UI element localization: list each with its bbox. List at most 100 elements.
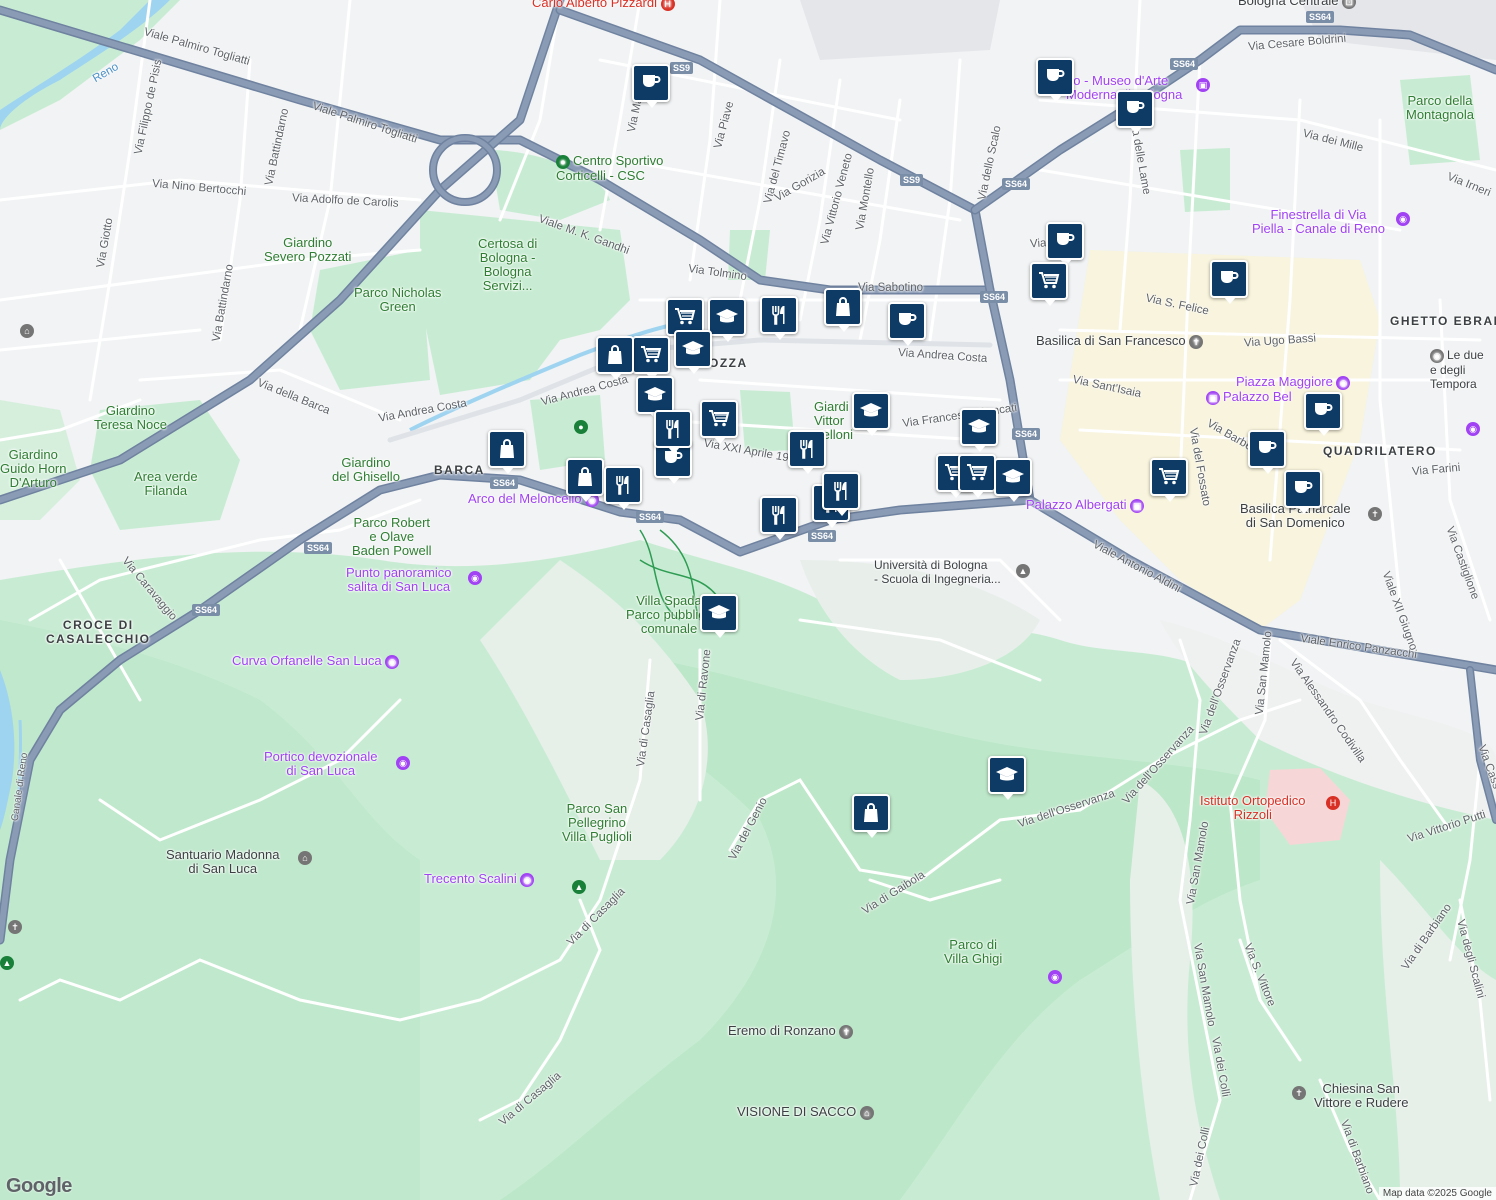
grocery-marker[interactable] bbox=[1150, 458, 1188, 502]
cup-icon bbox=[1118, 99, 1152, 115]
place-label-giardino-teresa[interactable]: Giardino Teresa Noce bbox=[94, 404, 167, 432]
camera-icon: ◉ bbox=[520, 872, 535, 887]
poi-bologna-centrale[interactable]: Bologna Centrale ⊡ bbox=[1238, 0, 1359, 9]
road-label: Via Sabotino bbox=[858, 282, 924, 294]
cart-icon bbox=[668, 307, 702, 325]
school-marker[interactable] bbox=[674, 330, 712, 374]
cafe-marker[interactable] bbox=[888, 302, 926, 346]
museum-icon: ⌂ bbox=[20, 324, 34, 338]
cart-icon bbox=[1032, 271, 1066, 289]
fork-knife-icon bbox=[762, 305, 796, 325]
school-marker[interactable] bbox=[700, 594, 738, 638]
cafe-marker[interactable] bbox=[1036, 58, 1074, 102]
cafe-marker[interactable] bbox=[632, 64, 670, 108]
place-label-giardino-ghisello[interactable]: Giardino del Ghisello bbox=[332, 456, 400, 484]
place-label-parco-san-pellegrino[interactable]: Parco San Pellegrino Villa Puglioli bbox=[562, 802, 632, 844]
route-shield: SS64 bbox=[1002, 178, 1031, 190]
museum-icon: ▣ bbox=[1206, 390, 1220, 405]
shopping-marker[interactable] bbox=[488, 430, 526, 474]
cup-icon bbox=[1048, 231, 1082, 247]
cup-icon bbox=[890, 311, 924, 327]
poi-finestrella[interactable]: Finestrella di Via Piella - Canale di Re… bbox=[1252, 208, 1385, 236]
cafe-marker[interactable] bbox=[1046, 222, 1084, 266]
grocery-marker[interactable] bbox=[632, 336, 670, 380]
camera-icon: ◉ bbox=[385, 654, 400, 669]
place-label-centro-sportivo[interactable]: ● Centro Sportivo Corticelli - CSC bbox=[556, 154, 663, 183]
poi-universita[interactable]: Università di Bologna - Scuola di Ingegn… bbox=[874, 558, 1001, 586]
restaurant-marker[interactable] bbox=[760, 496, 798, 540]
route-shield: SS64 bbox=[192, 604, 221, 616]
cafe-marker[interactable] bbox=[1304, 392, 1342, 436]
church-icon: ✝ bbox=[1368, 507, 1382, 521]
school-marker[interactable] bbox=[852, 392, 890, 436]
route-shield: SS64 bbox=[1306, 11, 1335, 23]
place-label-area-filanda[interactable]: Area verde Filanda bbox=[134, 470, 198, 498]
grocery-marker[interactable] bbox=[958, 454, 996, 498]
shopping-bag-icon bbox=[854, 803, 888, 823]
camera-icon: ◉ bbox=[396, 756, 410, 770]
restaurant-marker[interactable] bbox=[654, 410, 692, 454]
poi-carlo-alberto[interactable]: Carlo Alberto Pizzardi H bbox=[532, 0, 678, 11]
place-label-parco-robert[interactable]: Parco Robert e Olave Baden Powell bbox=[352, 516, 432, 558]
school-marker[interactable] bbox=[988, 756, 1026, 800]
cafe-marker[interactable] bbox=[1248, 430, 1286, 474]
museum-icon: ⌂ bbox=[859, 1105, 874, 1120]
grocery-marker[interactable] bbox=[700, 400, 738, 444]
shopping-marker[interactable] bbox=[566, 458, 604, 502]
area-label-ghetto: GHETTO EBRAI bbox=[1390, 314, 1496, 328]
camera-icon: ◉ bbox=[1466, 422, 1480, 436]
cafe-marker[interactable] bbox=[1284, 470, 1322, 514]
restaurant-marker[interactable] bbox=[760, 296, 798, 340]
poi-basilica-francesco[interactable]: Basilica di San Francesco ✝ bbox=[1036, 334, 1206, 349]
place-label-giardino-guido[interactable]: Giardino Guido Horn D'Arturo bbox=[0, 448, 66, 490]
zoo-icon: ● bbox=[574, 420, 588, 434]
cart-icon bbox=[1152, 467, 1186, 485]
poi-curva-orfanelle[interactable]: Curva Orfanelle San Luca ◉ bbox=[232, 654, 402, 669]
graduation-cap-icon bbox=[702, 603, 736, 621]
school-marker[interactable] bbox=[994, 458, 1032, 502]
poi-punto-panoramico[interactable]: Punto panoramico salita di San Luca bbox=[346, 566, 452, 594]
camera-icon: ◉ bbox=[1396, 212, 1410, 226]
place-label-parco-nicholas[interactable]: Parco Nicholas Green bbox=[354, 286, 441, 314]
museum-icon: ▣ bbox=[1130, 498, 1145, 513]
poi-istituto[interactable]: Istituto Ortopedico Rizzoli bbox=[1200, 794, 1306, 822]
poi-chiesina[interactable]: Chiesina San Vittore e Rudere bbox=[1314, 1082, 1408, 1110]
place-label-parco-montagnola[interactable]: Parco della Montagnola bbox=[1406, 94, 1474, 122]
cafe-marker[interactable] bbox=[1116, 90, 1154, 134]
poi-piazza-maggiore[interactable]: Piazza Maggiore ◉ bbox=[1236, 375, 1353, 390]
map-canvas[interactable] bbox=[0, 0, 1496, 1200]
poi-palazzo-albergati[interactable]: Palazzo Albergati ▣ bbox=[1026, 498, 1147, 513]
poi-trecento[interactable]: Trecento Scalini ◉ bbox=[424, 872, 537, 887]
restaurant-marker[interactable] bbox=[604, 466, 642, 510]
shopping-bag-icon bbox=[568, 467, 602, 487]
shopping-marker[interactable] bbox=[852, 794, 890, 838]
map-attribution[interactable]: Map data ©2025 Google bbox=[1378, 1187, 1496, 1200]
route-shield: SS64 bbox=[1012, 428, 1041, 440]
church-icon: ✝ bbox=[839, 1024, 854, 1039]
place-label-parco-villa-ghigi[interactable]: Parco di Villa Ghigi bbox=[944, 938, 1002, 966]
restaurant-marker[interactable] bbox=[788, 430, 826, 474]
poi-portico[interactable]: Portico devozionale di San Luca bbox=[264, 750, 377, 778]
school-marker[interactable] bbox=[960, 408, 998, 452]
place-label-certosa[interactable]: Certosa di Bologna - Bologna Servizi... bbox=[478, 237, 537, 293]
poi-eremo[interactable]: Eremo di Ronzano ✝ bbox=[728, 1024, 856, 1039]
poi-le-due[interactable]: ◉ Le due e degli Tempora bbox=[1430, 348, 1484, 391]
place-label-giardino-severo[interactable]: Giardino Severo Pozzati bbox=[264, 236, 351, 264]
school-marker[interactable] bbox=[636, 376, 674, 420]
area-label-barca: BARCA bbox=[434, 463, 485, 477]
cart-icon bbox=[634, 345, 668, 363]
cafe-marker[interactable] bbox=[1210, 260, 1248, 304]
school-marker[interactable] bbox=[708, 298, 746, 342]
train-icon: ⊡ bbox=[1342, 0, 1357, 9]
poi-palazzo-bel[interactable]: ▣ Palazzo Bel bbox=[1206, 390, 1292, 405]
route-shield: SS9 bbox=[900, 174, 924, 186]
shopping-bag-icon bbox=[598, 345, 632, 365]
cart-icon bbox=[960, 463, 994, 481]
shopping-marker[interactable] bbox=[596, 336, 634, 380]
shopping-marker[interactable] bbox=[824, 288, 862, 332]
restaurant-marker[interactable] bbox=[822, 472, 860, 516]
graduation-cap-icon bbox=[962, 417, 996, 435]
poi-santuario[interactable]: Santuario Madonna di San Luca bbox=[166, 848, 279, 876]
grocery-marker[interactable] bbox=[1030, 262, 1068, 306]
cup-icon bbox=[634, 73, 668, 89]
